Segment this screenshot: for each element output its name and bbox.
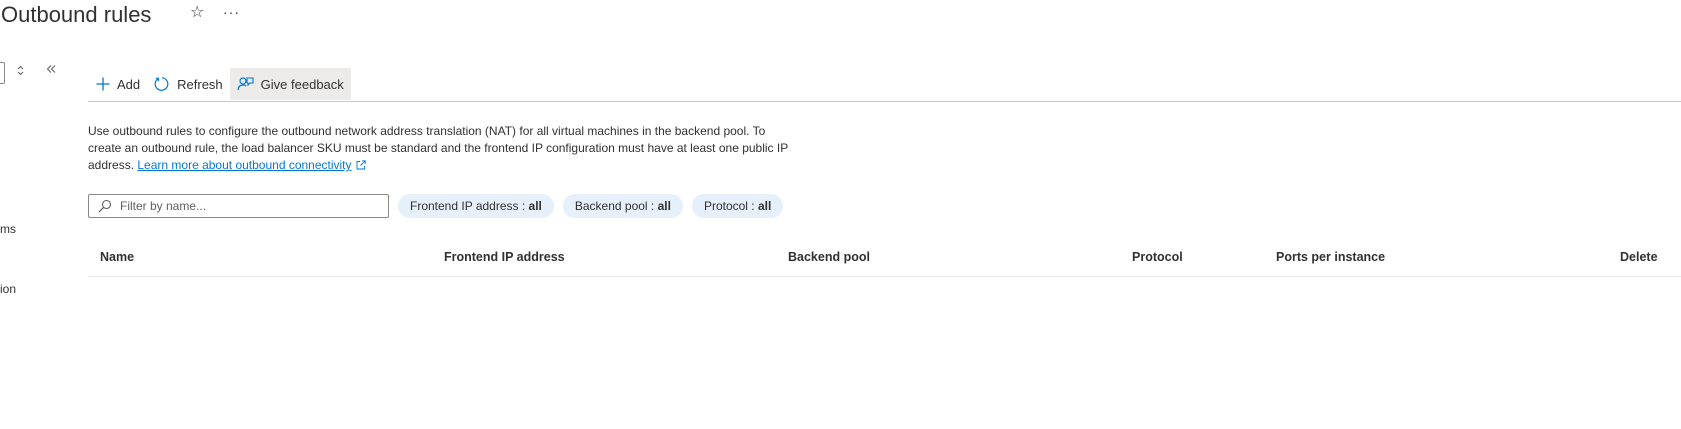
give-feedback-button[interactable]: Give feedback <box>229 68 351 100</box>
double-chevron-left-icon[interactable] <box>46 62 56 78</box>
filter-by-name-field[interactable] <box>88 194 389 218</box>
sidebar-item-label[interactable]: ion <box>0 282 16 296</box>
plus-icon <box>96 77 110 91</box>
give-feedback-label: Give feedback <box>260 76 344 92</box>
sidebar-item-label[interactable]: ms <box>0 222 16 236</box>
backend-pool-filter-pill[interactable]: Backend pool : all <box>562 194 683 218</box>
refresh-button-label: Refresh <box>177 76 223 92</box>
feedback-icon <box>237 76 254 92</box>
outbound-rules-page: Outbound rules ☆ ··· ms ion Add Refresh … <box>0 0 1681 429</box>
frontend-ip-filter-pill[interactable]: Frontend IP address : all <box>398 194 554 218</box>
external-link-icon <box>356 158 366 175</box>
page-title: Outbound rules <box>1 2 152 27</box>
column-header-protocol[interactable]: Protocol <box>1132 250 1183 264</box>
sidebar-search-input[interactable] <box>0 62 5 84</box>
filter-by-name-input[interactable] <box>120 199 370 213</box>
refresh-button[interactable]: Refresh <box>147 68 230 100</box>
filter-pills: Frontend IP address : all Backend pool :… <box>398 194 784 218</box>
add-button-label: Add <box>117 76 141 92</box>
command-bar: Add Refresh Give feedback <box>88 68 351 100</box>
column-header-ports-per-instance[interactable]: Ports per instance <box>1276 250 1385 264</box>
more-icon[interactable]: ··· <box>223 2 240 22</box>
add-button[interactable]: Add <box>88 68 147 100</box>
table-header: Name Frontend IP address Backend pool Pr… <box>88 240 1681 277</box>
refresh-icon <box>154 76 170 92</box>
learn-more-link[interactable]: Learn more about outbound connectivity <box>137 158 351 172</box>
star-icon[interactable]: ☆ <box>190 3 204 23</box>
up-down-icon[interactable] <box>17 65 24 80</box>
command-bar-divider <box>88 101 1681 102</box>
column-header-delete: Delete <box>1620 250 1658 264</box>
search-icon <box>98 199 112 213</box>
column-header-backend-pool[interactable]: Backend pool <box>788 250 870 264</box>
protocol-filter-pill[interactable]: Protocol : all <box>691 194 784 218</box>
description: Use outbound rules to configure the outb… <box>88 123 798 175</box>
column-header-frontend-ip[interactable]: Frontend IP address <box>444 250 565 264</box>
column-header-name[interactable]: Name <box>100 250 134 264</box>
